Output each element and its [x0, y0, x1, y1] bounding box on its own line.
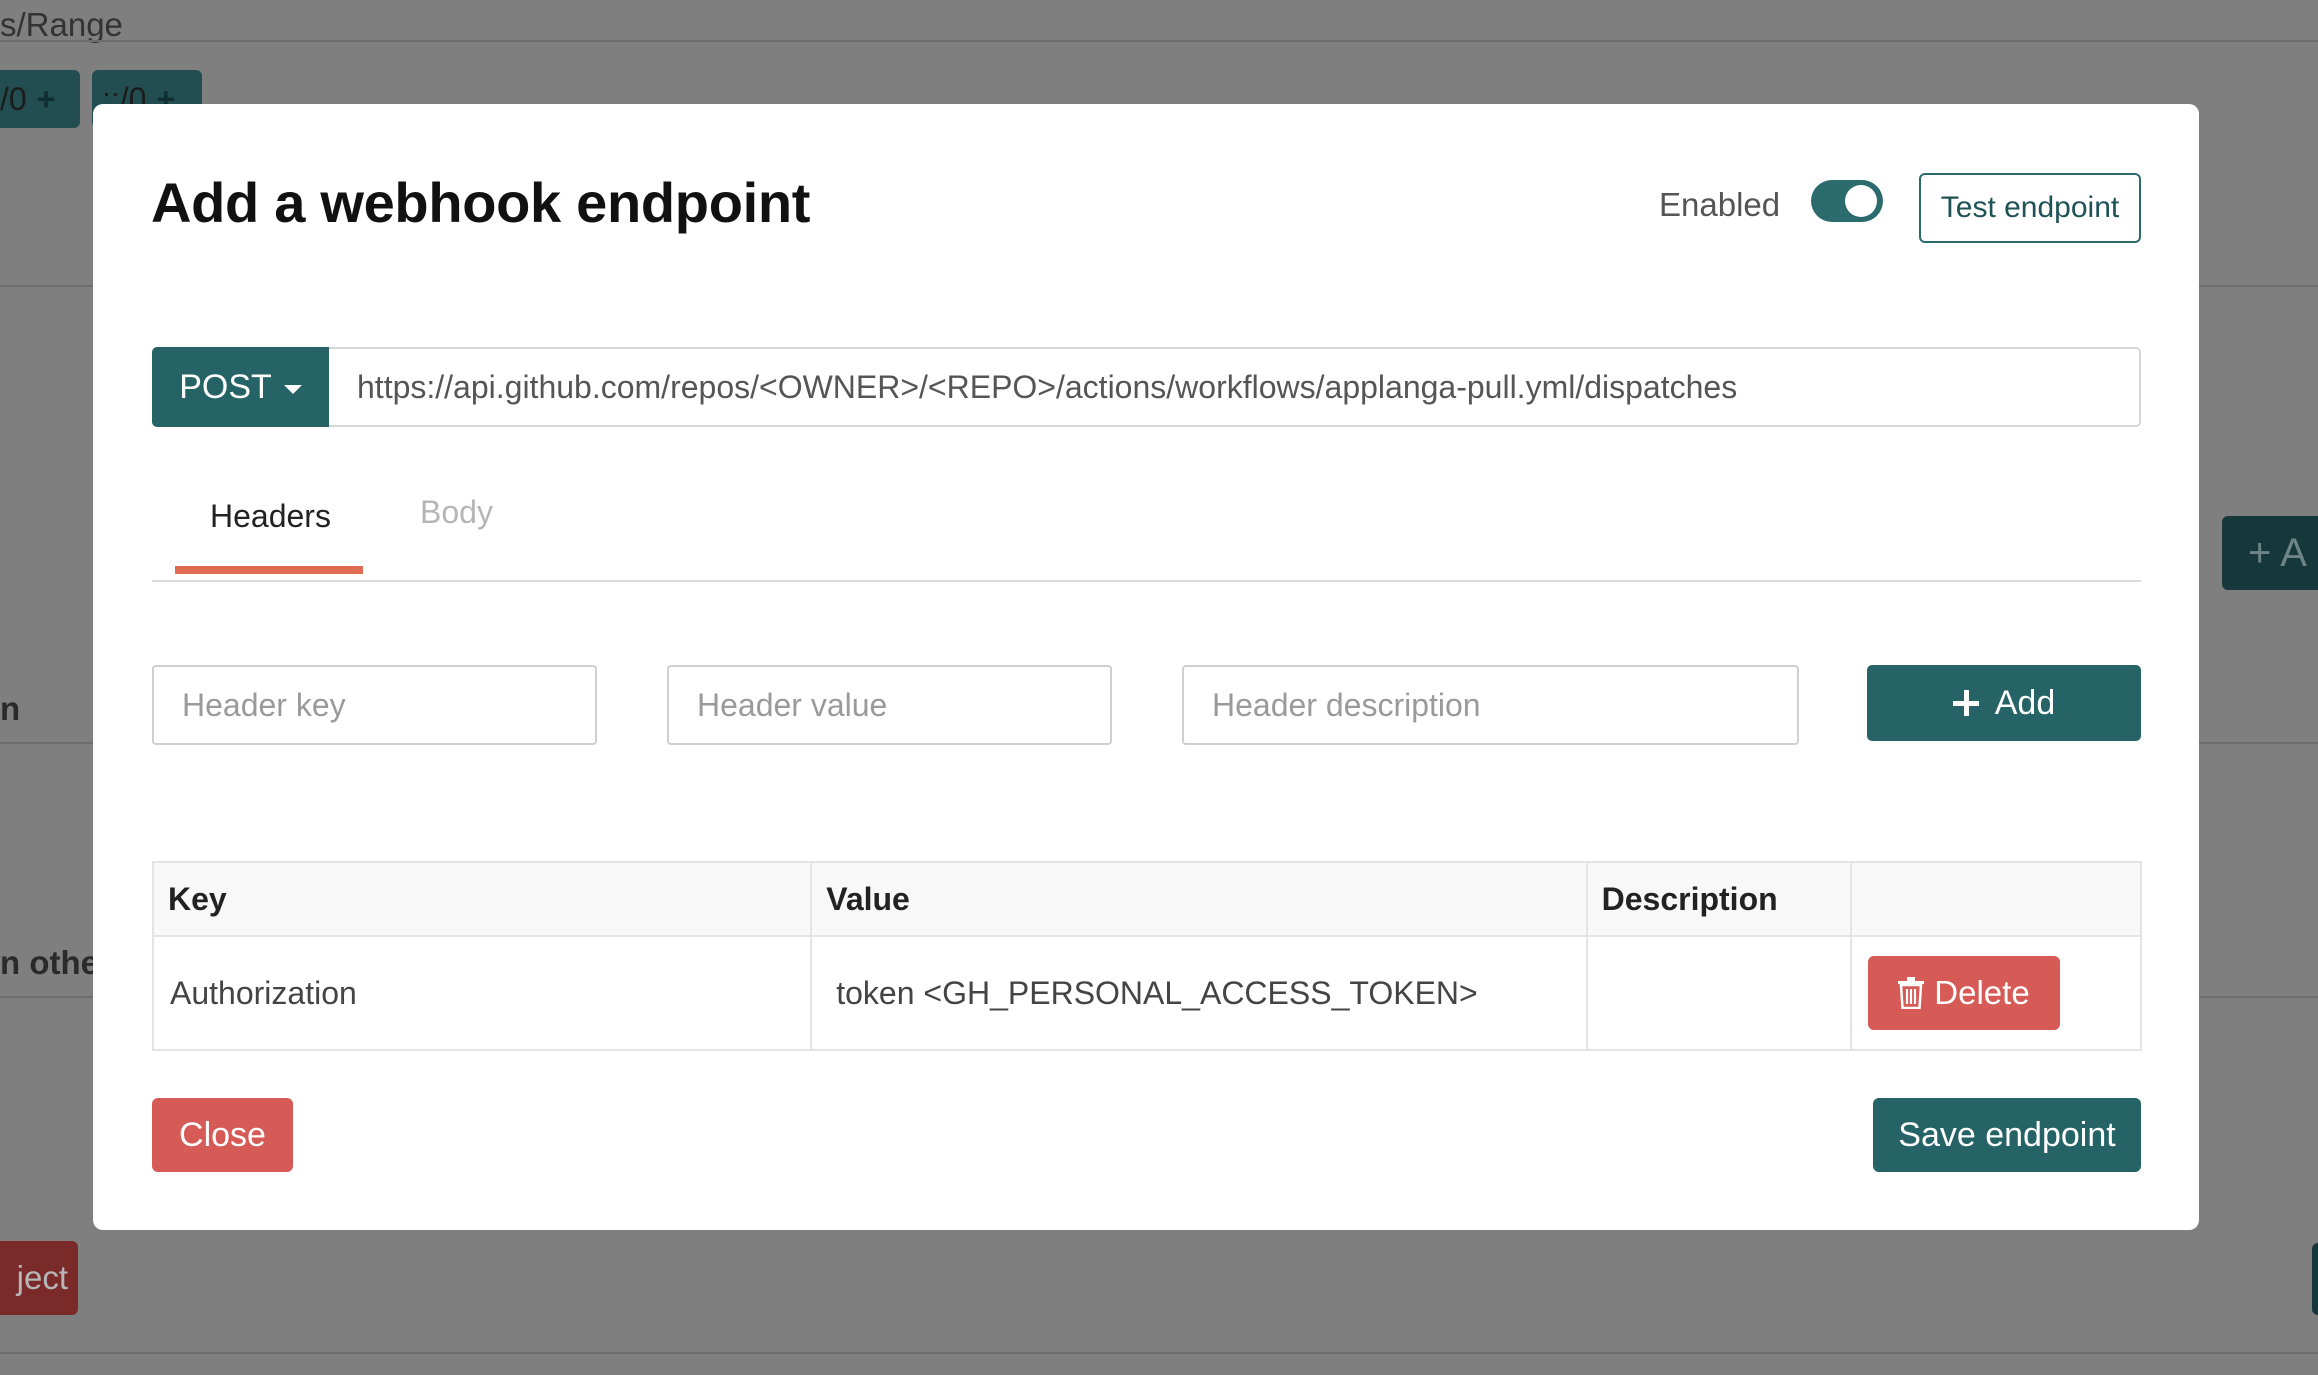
plus-icon	[1952, 690, 1979, 716]
column-header-key: Key	[151, 861, 813, 937]
active-tab-indicator	[175, 566, 363, 574]
background-text-fragment: n	[0, 690, 21, 727]
header-value-input[interactable]	[667, 665, 1112, 745]
background-divider	[0, 40, 2318, 42]
trash-icon	[1898, 977, 1925, 1009]
modal-title: Add a webhook endpoint	[151, 171, 811, 234]
delete-button-label: Delete	[1934, 974, 2030, 1011]
column-header-value: Value	[810, 861, 1588, 937]
method-label: POST	[179, 367, 272, 406]
toggle-knob	[1845, 185, 1877, 217]
cell-description	[1585, 935, 1852, 1051]
headers-table: Key Value Description Authorization toke…	[151, 861, 2143, 1051]
cell-actions: Delete	[1849, 935, 2143, 1051]
table-row: Authorization token <GH_PERSONAL_ACCESS_…	[151, 935, 2143, 1051]
background-range-label: s/Range	[0, 6, 123, 43]
test-endpoint-button[interactable]: Test endpoint	[1919, 173, 2141, 243]
tab-body[interactable]: Body	[420, 494, 493, 531]
url-input[interactable]	[329, 347, 2141, 427]
close-button[interactable]: Close	[152, 1098, 293, 1172]
plus-icon: +	[36, 81, 56, 117]
save-endpoint-button[interactable]: Save endpoint	[1873, 1098, 2141, 1172]
table-header-row: Key Value Description	[151, 861, 2143, 937]
column-header-actions	[1849, 861, 2143, 937]
tab-headers[interactable]: Headers	[210, 498, 331, 535]
method-dropdown[interactable]: POST	[152, 347, 329, 427]
enabled-toggle[interactable]	[1811, 180, 1883, 222]
delete-row-button[interactable]: Delete	[1867, 956, 2060, 1030]
webhook-modal: Add a webhook endpoint Enabled Test endp…	[93, 104, 2199, 1230]
background-reject-button[interactable]: ject	[0, 1241, 78, 1315]
background-edge-button[interactable]	[2312, 1243, 2318, 1315]
cell-value: token <GH_PERSONAL_ACCESS_TOKEN>	[810, 935, 1588, 1051]
enabled-label: Enabled	[1659, 186, 1781, 223]
request-row: POST	[152, 347, 2141, 427]
column-header-description: Description	[1585, 861, 1852, 937]
tab-bar: Headers Body	[152, 484, 2141, 582]
add-button-label: Add	[1994, 683, 2056, 722]
cell-key: Authorization	[151, 935, 813, 1051]
caret-down-icon	[283, 384, 302, 394]
background-chip[interactable]: /0 +	[0, 70, 80, 128]
header-description-input[interactable]	[1182, 665, 1799, 745]
background-divider	[0, 1352, 2318, 1354]
header-key-input[interactable]	[152, 665, 597, 745]
background-add-button[interactable]: + A	[2222, 516, 2318, 590]
add-header-button[interactable]: Add	[1867, 665, 2141, 741]
